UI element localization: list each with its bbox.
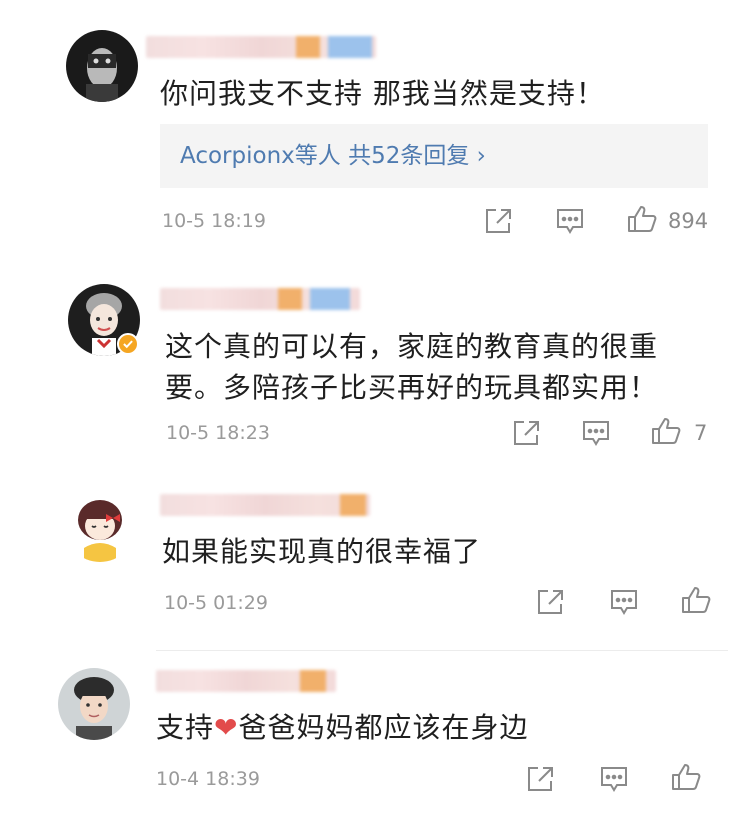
username-blurred[interactable] bbox=[156, 670, 336, 692]
comment-divider bbox=[156, 650, 728, 651]
comment-text: 如果能实现真的很幸福了 bbox=[162, 535, 482, 568]
comment-icon[interactable] bbox=[598, 764, 630, 794]
share-icon[interactable] bbox=[534, 587, 566, 617]
reply-authors: Acorpionx等人 bbox=[180, 143, 349, 169]
comment-text: 你问我支不支持 那我当然是支持！ bbox=[160, 77, 605, 110]
heart-icon: ❤ bbox=[214, 711, 239, 744]
thumbs-up-icon[interactable] bbox=[670, 762, 702, 792]
user-avatar[interactable] bbox=[66, 30, 138, 102]
user-avatar[interactable] bbox=[64, 490, 136, 562]
comment-timestamp: 10-5 18:23 bbox=[166, 422, 270, 444]
comment-timestamp: 10-5 01:29 bbox=[164, 592, 268, 614]
thumbs-up-icon[interactable] bbox=[650, 416, 682, 446]
comment-text-start: 支持 bbox=[156, 711, 215, 744]
username-blurred[interactable] bbox=[146, 36, 376, 58]
comment-icon[interactable] bbox=[554, 206, 586, 236]
comment-timestamp: 10-4 18:39 bbox=[156, 768, 260, 790]
verified-badge-icon bbox=[117, 333, 139, 355]
user-avatar[interactable] bbox=[58, 668, 130, 740]
comment-text-line-1: 这个真的可以有，家庭的教育真的很重 bbox=[165, 330, 659, 363]
like-count: 7 bbox=[694, 421, 708, 445]
comment-timestamp: 10-5 18:19 bbox=[162, 210, 266, 232]
reply-count: 共52条回复 › bbox=[348, 143, 486, 169]
thumbs-up-icon[interactable] bbox=[626, 204, 658, 234]
comment-icon[interactable] bbox=[608, 587, 640, 617]
username-blurred[interactable] bbox=[160, 494, 370, 516]
username-blurred[interactable] bbox=[160, 288, 360, 310]
share-icon[interactable] bbox=[482, 206, 514, 236]
comment-text-end: 爸爸妈妈都应该在身边 bbox=[238, 711, 529, 744]
thumbs-up-icon[interactable] bbox=[680, 585, 712, 615]
comment-icon[interactable] bbox=[580, 418, 612, 448]
comment-text: 支持❤爸爸妈妈都应该在身边 bbox=[156, 708, 529, 748]
comment-text-line-2: 要。多陪孩子比买再好的玩具都实用！ bbox=[165, 371, 659, 404]
like-count: 894 bbox=[668, 209, 709, 233]
replies-link[interactable]: Acorpionx等人 共52条回复 › bbox=[160, 124, 708, 188]
share-icon[interactable] bbox=[510, 418, 542, 448]
share-icon[interactable] bbox=[524, 764, 556, 794]
